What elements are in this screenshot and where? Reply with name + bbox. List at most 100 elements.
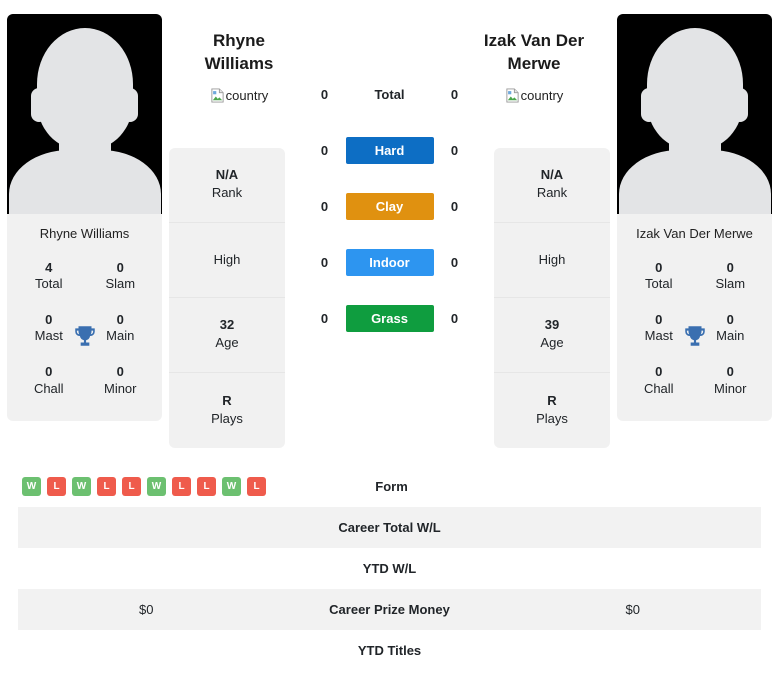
- trophy-icon: [682, 323, 708, 349]
- surface-row-total: 0 Total 0: [285, 66, 494, 122]
- stat-cell-total: 0 Total: [623, 251, 695, 303]
- form-badge-loss: L: [47, 477, 66, 496]
- info-label: High: [213, 251, 241, 267]
- surface-badge-clay: Clay: [345, 192, 434, 220]
- stat-value: 0: [45, 364, 53, 380]
- row-label-ytd-wl: YTD W/L: [362, 561, 417, 576]
- table-row-career-total-wl: Career Total W/L: [18, 507, 761, 548]
- stat-label: Total: [35, 276, 63, 292]
- form-badge-loss: L: [172, 477, 191, 496]
- info-value: R: [222, 392, 232, 408]
- right-player-photo: [617, 14, 772, 214]
- stat-cell-slam: 0 Slam: [85, 251, 157, 303]
- form-badge-loss: L: [97, 477, 116, 496]
- info-row-high: High: [494, 223, 610, 298]
- surface-badge-hard: Hard: [345, 136, 434, 164]
- row-label-form: Form: [375, 479, 408, 494]
- left-titles-grid: 4 Total 0 Slam 0 Mast 0 Main 0 Chall 0 M…: [7, 251, 162, 421]
- stat-value: 0: [116, 364, 124, 380]
- left-value: 0: [320, 86, 329, 102]
- right-value: 0: [450, 142, 459, 158]
- avatar-ear-right: [732, 88, 748, 122]
- left-player-photo-name: Rhyne Williams: [39, 226, 130, 241]
- stat-value: 0: [655, 260, 663, 275]
- form-left-cell: W L W L L W L L W L: [18, 477, 277, 496]
- right-value: 0: [450, 86, 459, 102]
- left-info-card: N/A Rank High 32 Age R Plays: [169, 148, 285, 448]
- country-alt-text: country: [225, 87, 269, 103]
- right-name-block: Izak Van Der Merwe country: [475, 14, 593, 106]
- left-name-block: Rhyne Williams country: [180, 14, 298, 106]
- info-row-age: 39 Age: [494, 298, 610, 373]
- info-label: Rank: [211, 185, 243, 201]
- right-info-card: N/A Rank High 39 Age R Plays: [494, 148, 610, 448]
- info-value: N/A: [540, 167, 564, 183]
- right-player-card[interactable]: Izak Van Der Merwe 0 Total 0 Slam 0 Mast…: [617, 14, 772, 422]
- right-titles-grid: 0 Total 0 Slam 0 Mast 0 Main 0 Chall 0 M…: [617, 251, 772, 421]
- avatar-ear-right: [122, 88, 138, 122]
- info-value: 32: [219, 317, 235, 333]
- stat-label: Slam: [715, 276, 746, 292]
- avatar-shoulders: [618, 150, 771, 214]
- left-country-flag-placeholder: country: [180, 88, 298, 106]
- form-badge-win: W: [147, 477, 166, 496]
- right-value: 0: [450, 198, 459, 214]
- info-label: Plays: [536, 410, 568, 426]
- stat-label: Chall: [643, 380, 674, 396]
- broken-image-icon: [210, 88, 225, 106]
- form-badge-loss: L: [197, 477, 216, 496]
- info-label: High: [538, 251, 566, 267]
- stat-cell-total: 4 Total: [13, 251, 85, 303]
- info-value: 39: [544, 317, 560, 333]
- stat-value: 0: [726, 364, 734, 380]
- info-row-high: High: [169, 223, 285, 298]
- surface-badge-grass: Grass: [345, 304, 434, 332]
- stat-value: 4: [45, 260, 53, 275]
- info-row-plays: R Plays: [494, 373, 610, 448]
- left-player-card[interactable]: Rhyne Williams 4 Total 0 Slam 0 Mast 0 M…: [7, 14, 162, 422]
- left-value: 0: [320, 198, 329, 214]
- left-value: 0: [320, 142, 329, 158]
- row-label-career-prize-money: Career Prize Money: [329, 602, 450, 617]
- table-row-career-prize-money: $0 Career Prize Money $0: [18, 589, 761, 630]
- info-label: Rank: [536, 185, 568, 201]
- info-row-rank: N/A Rank: [494, 148, 610, 223]
- country-alt-text: country: [520, 87, 564, 103]
- avatar-ear-left: [641, 88, 657, 122]
- left-value: 0: [320, 254, 329, 270]
- row-label-ytd-titles: YTD Titles: [357, 643, 422, 658]
- left-player-name: Rhyne Williams: [204, 31, 274, 73]
- form-badge-loss: L: [122, 477, 141, 496]
- stat-value: 0: [655, 364, 663, 380]
- table-row-ytd-wl: YTD W/L: [18, 548, 761, 589]
- stat-cell-minor: 0 Minor: [85, 355, 157, 407]
- left-value: $0: [139, 602, 154, 617]
- table-row-form: W L W L L W L L W L Form: [18, 466, 761, 507]
- right-country-flag-placeholder: country: [475, 88, 593, 106]
- right-value: 0: [450, 310, 459, 326]
- info-value: R: [547, 392, 557, 408]
- form-badge-win: W: [72, 477, 91, 496]
- right-value: $0: [625, 602, 640, 617]
- surface-badge-indoor: Indoor: [345, 248, 434, 276]
- stat-label: Chall: [33, 380, 64, 396]
- info-row-plays: R Plays: [169, 373, 285, 448]
- stat-value: 0: [116, 260, 124, 275]
- stat-label: Total: [645, 276, 673, 292]
- stat-cell-minor: 0 Minor: [695, 355, 767, 407]
- info-label: Plays: [211, 410, 243, 426]
- info-row-rank: N/A Rank: [169, 148, 285, 223]
- surface-row-grass: 0 Grass 0: [285, 290, 494, 346]
- info-label: Age: [215, 335, 239, 351]
- player-comparison-page: Rhyne Williams 4 Total 0 Slam 0 Mast 0 M…: [0, 0, 779, 699]
- info-row-age: 32 Age: [169, 298, 285, 373]
- stat-cell-chall: 0 Chall: [623, 355, 695, 407]
- left-value: 0: [320, 310, 329, 326]
- surface-row-clay: 0 Clay 0: [285, 178, 494, 234]
- stat-label: Slam: [105, 276, 136, 292]
- surface-row-indoor: 0 Indoor 0: [285, 234, 494, 290]
- table-row-ytd-titles: YTD Titles: [18, 630, 761, 671]
- right-player-photo-name: Izak Van Der Merwe: [636, 226, 753, 241]
- broken-image-icon: [505, 88, 520, 106]
- avatar-shoulders: [8, 150, 161, 214]
